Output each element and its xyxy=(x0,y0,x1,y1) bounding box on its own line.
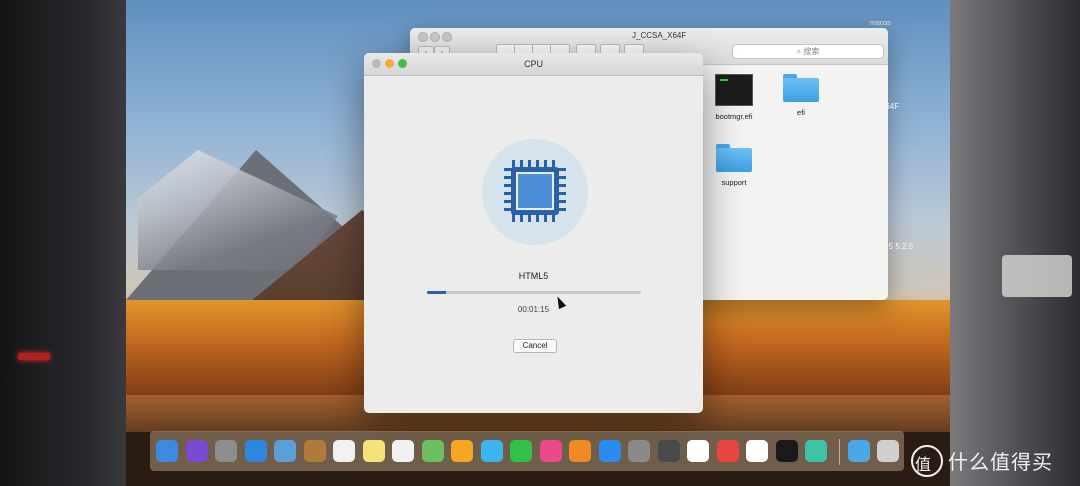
finder-minimize-button[interactable] xyxy=(430,32,440,42)
finder-item-support[interactable]: support xyxy=(704,144,764,187)
app-store-icon[interactable] xyxy=(598,440,621,462)
watermark-logo-glyph: 值 xyxy=(915,457,932,474)
folder-label: efi xyxy=(797,108,805,117)
finder-zoom-button[interactable] xyxy=(442,32,452,42)
safari-icon[interactable] xyxy=(244,440,267,462)
terminal-icon[interactable] xyxy=(775,440,798,462)
finder-item-bootmgr[interactable]: bootmgr.efi xyxy=(704,74,764,121)
dialog-title: CPU xyxy=(523,59,543,69)
finder-icon[interactable] xyxy=(156,440,178,462)
desktop-item-label[interactable]: X64F xyxy=(880,102,899,111)
calendar-icon[interactable] xyxy=(333,440,355,462)
watermark-text: 什么值得买 xyxy=(948,452,1053,474)
chrome-icon[interactable] xyxy=(687,440,709,462)
finder-search-field[interactable]: ⌕ 搜索 xyxy=(732,44,884,59)
photos-icon[interactable] xyxy=(451,440,473,462)
finder-item-efi[interactable]: efi xyxy=(771,74,831,117)
maps-icon[interactable] xyxy=(421,440,444,462)
ibooks-icon[interactable] xyxy=(569,440,591,462)
reminders-icon[interactable] xyxy=(392,440,414,462)
finder-close-button[interactable] xyxy=(418,32,428,42)
folder-icon xyxy=(716,144,752,172)
terminal-executable-icon xyxy=(715,74,753,106)
search-placeholder: 搜索 xyxy=(803,47,820,56)
progress-bar xyxy=(427,291,641,294)
trash-icon[interactable] xyxy=(877,440,899,462)
dock xyxy=(150,431,904,471)
folder-label: support xyxy=(721,178,747,187)
cpu-chip-icon xyxy=(504,160,566,222)
desktop-drive-label[interactable]: macos xyxy=(870,20,891,27)
background-object xyxy=(1002,255,1072,297)
downloads-folder-icon[interactable] xyxy=(848,440,870,462)
system-preferences-icon[interactable] xyxy=(628,440,650,462)
monitor-bezel-right xyxy=(950,0,1080,486)
colorful-app-icon[interactable] xyxy=(805,440,827,462)
cpu-titlebar[interactable]: CPU xyxy=(364,53,703,76)
contacts-icon[interactable] xyxy=(303,440,326,462)
cancel-button[interactable]: Cancel xyxy=(513,339,557,353)
desktop-item-label[interactable]: ch 5 5.2.5 xyxy=(878,242,913,251)
finder-title: J_CCSA_X64F xyxy=(632,31,687,40)
siri-icon[interactable] xyxy=(185,440,208,462)
file-label: bootmgr.efi xyxy=(715,112,753,121)
cpu-dialog[interactable]: CPU HTML5 00:01:15 Cancel xyxy=(364,53,703,413)
activity-monitor-icon[interactable] xyxy=(657,440,680,462)
monitor-bezel-left xyxy=(0,0,128,486)
messages-icon[interactable] xyxy=(480,440,503,462)
preview-icon[interactable] xyxy=(274,440,296,462)
task-label: HTML5 xyxy=(518,271,549,281)
wps-icon[interactable] xyxy=(716,440,739,462)
search-icon: ⌕ xyxy=(796,47,802,56)
facetime-icon[interactable] xyxy=(510,440,532,462)
elapsed-time: 00:01:15 xyxy=(517,305,550,314)
itunes-icon[interactable] xyxy=(539,440,562,462)
app-red-icon[interactable] xyxy=(746,440,768,462)
progress-fill xyxy=(427,291,447,294)
notes-icon[interactable] xyxy=(362,440,385,462)
folder-icon xyxy=(783,74,819,102)
dock-separator xyxy=(839,439,840,465)
red-led-light xyxy=(18,353,50,360)
launchpad-icon[interactable] xyxy=(215,440,237,462)
